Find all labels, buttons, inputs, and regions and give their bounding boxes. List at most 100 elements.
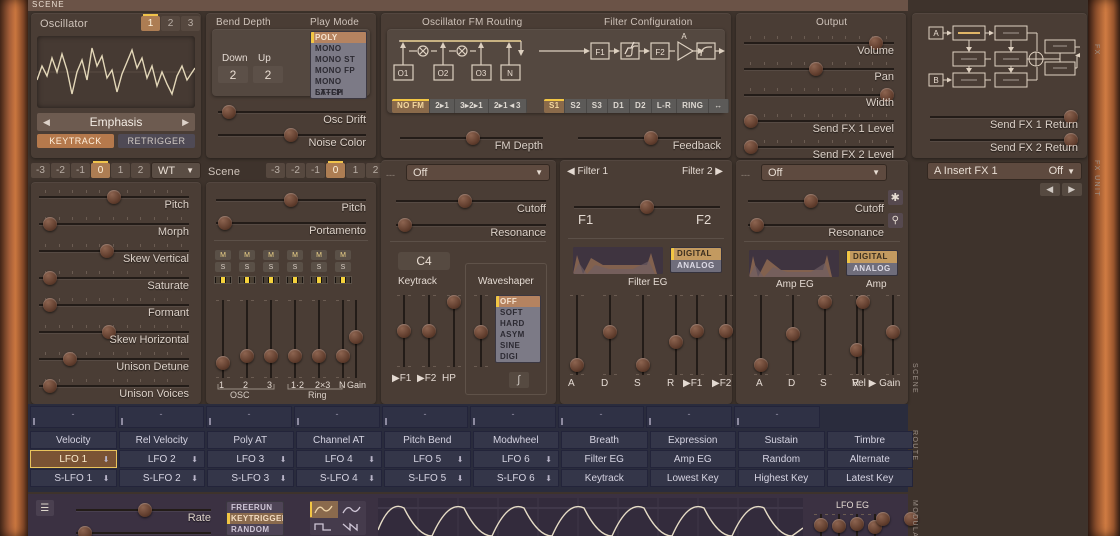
amp-eg-slider-0[interactable] [754,295,768,375]
mod-source-pitch-bend[interactable]: Pitch Bend [384,431,471,449]
chevron-down-icon[interactable]: ⬇ [368,455,375,464]
filter-config-d2[interactable]: D2 [630,99,652,113]
waveshaper-hard[interactable]: HARD [496,318,540,329]
keytrack-slider-2[interactable] [447,295,461,367]
mod-source-latest-key[interactable]: Latest Key [826,469,913,487]
lfo-eg-slider-1[interactable] [832,514,846,536]
chevron-down-icon[interactable]: ⬇ [191,455,198,464]
oscillator-waveform-display[interactable] [37,36,195,108]
lfo-rate-slider[interactable]: Rate [76,503,211,524]
osc-num-1[interactable]: 1 [141,14,160,31]
keytrack-slider-0[interactable] [397,295,411,367]
amp-eg-slider-2[interactable] [818,295,832,375]
mixer-mute-0[interactable]: M [215,250,231,260]
fx-routing-diagram[interactable]: A B [925,22,1080,94]
keytrack-button[interactable]: KEYTRACK [37,134,114,148]
filter-config-s2[interactable]: S2 [565,99,587,113]
scene-oct-0[interactable]: 0 [326,161,345,178]
mod-source-lfo-5[interactable]: LFO 5 ⬇ [384,450,471,468]
keytrack-slider-1[interactable] [422,295,436,367]
filter-config-buttons[interactable]: S1 S2 S3 D1 D2 L-R RING ↔ [544,99,729,113]
play-mode-mono-st-fp[interactable]: MONO ST+FP [311,76,366,97]
mod-source-alternate[interactable]: Alternate [826,450,913,468]
scene-oct-1[interactable]: 1 [346,163,365,178]
retrigger-button[interactable]: RETRIGGER [118,134,195,148]
filter-config-[interactable]: ↔ [709,99,729,113]
filter2-resonance-slider[interactable]: Resonance [748,218,884,239]
osc-slider-5[interactable]: Skew Horizontal [39,325,189,346]
filter-eg-slider-3[interactable] [669,295,683,375]
osc-oct--1[interactable]: -1 [71,163,90,178]
osc-oct-2[interactable]: 2 [131,163,150,178]
mod-slot-4[interactable]: - [382,406,468,428]
mixer-mute-5[interactable]: M [335,250,351,260]
osc-slider-2[interactable]: Skew Vertical [39,244,189,265]
play-mode-poly[interactable]: POLY [311,32,366,43]
output-slider-0[interactable]: Volume [744,36,894,57]
scene-pitch-slider[interactable]: Pitch [216,193,366,214]
amp-eg-mode-digital[interactable]: DIGITAL [847,251,897,263]
mod-source-modwheel[interactable]: Modwheel [472,431,559,449]
ramp-icon[interactable] [338,518,366,535]
fm-mode-buttons[interactable]: NO FM 2▸1 3▸2▸1 2▸1◄3 [392,99,527,113]
fm-mode-213[interactable]: 2▸1◄3 [489,99,527,113]
output-slider-1[interactable]: Pan [744,62,894,83]
lfo-trigger-random[interactable]: RANDOM [227,524,283,535]
play-mode-mono[interactable]: MONO [311,43,366,54]
fm-mode-21[interactable]: 2▸1 [430,99,456,113]
mixer-solo-4[interactable]: S [311,262,327,272]
mod-source-lfo-6[interactable]: LFO 6 ⬇ [472,450,559,468]
chevron-down-icon[interactable]: ⬇ [280,474,287,483]
mod-source-expression[interactable]: Expression [649,431,736,449]
mod-source-filter-eg[interactable]: Filter EG [561,450,648,468]
portamento-slider[interactable]: Portamento [216,216,366,237]
fm-depth-slider[interactable]: FM Depth [400,131,543,152]
osc-slider-7[interactable]: Unison Voices [39,379,189,400]
osc-drift-slider[interactable]: Osc Drift [218,105,366,126]
chevron-down-icon[interactable]: ⬇ [103,474,110,483]
waveshaper-asym[interactable]: ASYM [496,329,540,340]
oscillator-selector[interactable]: 1 2 3 [141,14,201,31]
mod-source-channel-at[interactable]: Channel AT [295,431,382,449]
chevron-down-icon[interactable]: ⬇ [191,474,198,483]
mixer-level-3[interactable] [288,300,302,378]
filter-eg-mode-digital[interactable]: DIGITAL [671,248,721,260]
filter-eg-slider-0[interactable] [570,295,584,375]
send-fx2-return-slider[interactable]: Send FX 2 Return [930,133,1078,154]
noise-color-slider[interactable]: Noise Color [218,128,366,149]
waveshaper-edit-icon[interactable]: ∫ [509,372,529,388]
filter1-tab[interactable]: ◀ Filter 1 [567,166,608,177]
insert-fx-dropdown[interactable]: A Insert FX 1 Off ▼ [927,162,1082,180]
lfo-shape-buttons[interactable] [310,501,366,535]
mod-source-lfo-3[interactable]: LFO 3 ⬇ [207,450,294,468]
output-slider-3[interactable]: Send FX 1 Level [744,114,894,135]
osc-next-icon[interactable]: ▶ [182,117,189,128]
filter-config-ring[interactable]: RING [677,99,710,113]
mixer-level-5[interactable] [336,300,350,378]
chevron-down-icon[interactable]: ⬇ [103,455,110,464]
mod-source-lfo-1[interactable]: LFO 1 ⬇ [30,450,117,468]
mixer-gain-slider[interactable] [349,300,363,378]
amp-eg-display[interactable] [749,250,839,277]
filter-eg-slider-5[interactable] [719,295,733,375]
output-slider-4[interactable]: Send FX 2 Level [744,140,894,161]
chevron-down-icon[interactable]: ⬇ [368,474,375,483]
scene-oct--1[interactable]: -1 [306,163,325,178]
filter-eg-display[interactable] [573,247,663,274]
lfo-eg-slider-2[interactable] [850,514,864,536]
amp-gain-slider[interactable] [886,295,900,375]
osc-wavetable-dropdown[interactable]: WT ▼ [151,162,201,179]
filter-eg-slider-1[interactable] [603,295,617,375]
chevron-down-icon[interactable]: ⬇ [457,474,464,483]
play-mode-mono-st[interactable]: MONO ST [311,54,366,65]
triangle-icon[interactable] [338,501,366,518]
waveshaper-off[interactable]: OFF [496,296,540,307]
osc-num-3[interactable]: 3 [181,16,200,31]
filter-config-lr[interactable]: L-R [652,99,678,113]
osc-slider-4[interactable]: Formant [39,298,189,319]
amp-vel-slider[interactable] [856,295,870,375]
mod-source-s-lfo-6[interactable]: S-LFO 6 ⬇ [472,469,559,487]
mod-source-amp-eg[interactable]: Amp EG [649,450,736,468]
mixer-level-1[interactable] [240,300,254,378]
fx-prev-button[interactable]: ◀ [1040,183,1060,196]
